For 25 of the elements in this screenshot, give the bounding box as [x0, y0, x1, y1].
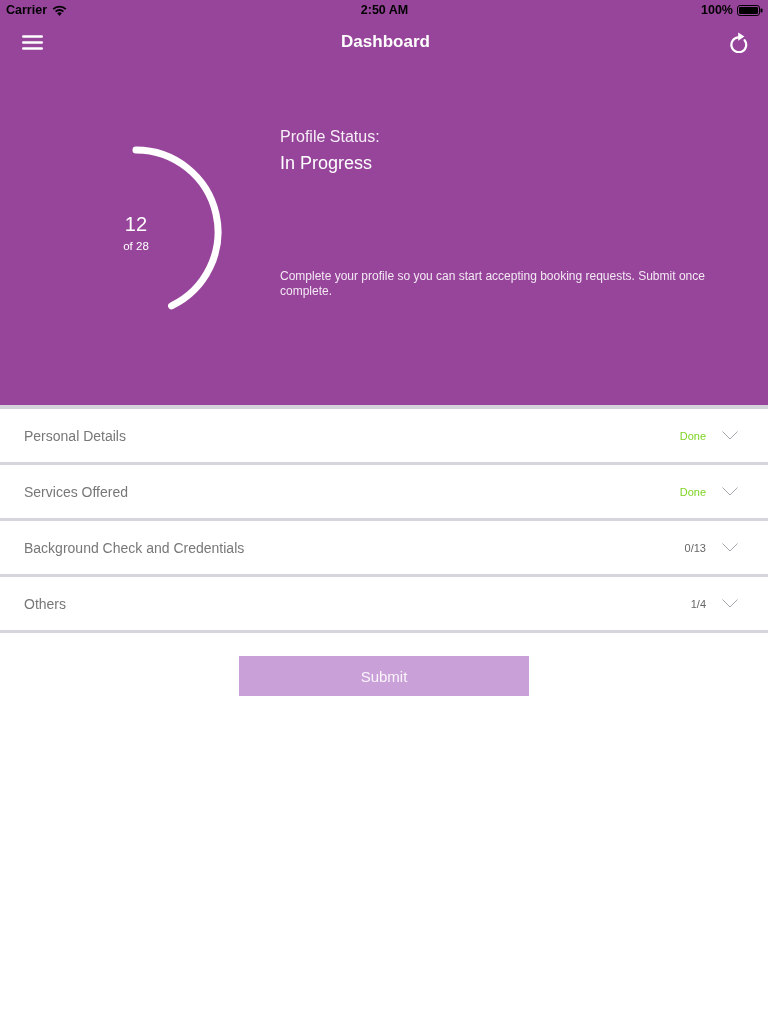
- clock-time: 2:50 AM: [360, 3, 409, 17]
- chevron-icon[interactable]: [722, 487, 738, 496]
- status-label: Profile Status:: [280, 128, 380, 146]
- section-status: Done: [679, 485, 706, 498]
- completed-count: 12: [124, 213, 148, 235]
- status-description: Complete your profile so you can start accepting booking requests. Submit once complete.: [280, 269, 706, 299]
- chevron-icon[interactable]: [722, 599, 738, 608]
- menu-icon[interactable]: [22, 34, 43, 50]
- section-status: 1/4: [690, 597, 706, 610]
- section-status: Done: [679, 429, 706, 442]
- chevron-icon[interactable]: [722, 431, 738, 440]
- refresh-icon[interactable]: [729, 31, 749, 53]
- section-title[interactable]: Services Offered: [24, 483, 128, 500]
- battery-icon: [737, 4, 763, 16]
- screen-title: Dashboard: [341, 32, 430, 52]
- total-count: of 28: [123, 239, 149, 253]
- section-title[interactable]: Personal Details: [24, 427, 126, 444]
- chevron-icon[interactable]: [722, 543, 738, 552]
- status-value: In Progress: [280, 152, 373, 174]
- section-title[interactable]: Background Check and Credentials: [24, 539, 245, 556]
- carrier-label: Carrier: [6, 3, 47, 17]
- wifi-icon: [52, 4, 67, 16]
- section-title[interactable]: Others: [24, 595, 66, 612]
- section-status: 0/13: [684, 541, 706, 554]
- battery-percentage: 100%: [701, 3, 733, 17]
